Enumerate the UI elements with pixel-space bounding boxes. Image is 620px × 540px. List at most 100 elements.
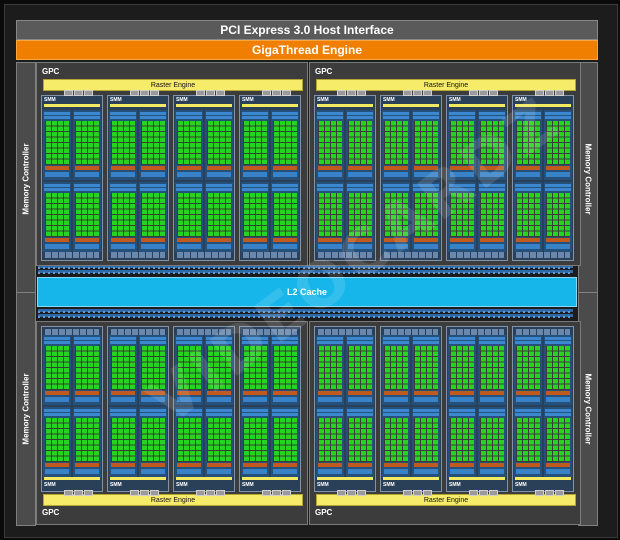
ld-st-units (414, 397, 438, 402)
cuda-core-array (75, 121, 99, 165)
texture-units (516, 252, 570, 258)
warp-scheduler (74, 112, 100, 115)
dispatch-unit (413, 188, 439, 191)
instruction-cache (515, 477, 571, 480)
memory-controller-label: Memory Controller (21, 373, 31, 445)
instruction-cache (110, 104, 166, 107)
sfu-units (348, 463, 372, 467)
polymorph-engine-block (423, 490, 432, 496)
ld-st-units (243, 469, 267, 474)
sfu-units (111, 463, 135, 467)
warp-scheduler (515, 409, 541, 412)
ld-st-units (318, 172, 342, 177)
dispatch-unit (317, 341, 343, 344)
smm-quadrant (271, 110, 299, 180)
ld-st-units (141, 469, 165, 474)
pcie-host-interface: PCI Express 3.0 Host Interface (16, 20, 598, 40)
polymorph-engine-block (282, 490, 291, 496)
dispatch-unit (242, 188, 268, 191)
gpc-label: GPC (42, 67, 60, 76)
sfu-units (45, 463, 69, 467)
dispatch-unit (206, 188, 232, 191)
ld-st-units (111, 244, 135, 249)
sfu-units (243, 166, 267, 170)
sfu-units (384, 391, 408, 395)
sfu-units (348, 166, 372, 170)
sfu-units (384, 463, 408, 467)
ld-st-units (141, 397, 165, 402)
ld-st-units (111, 469, 135, 474)
cuda-core-array (546, 346, 570, 390)
cuda-core-array (243, 121, 267, 165)
polymorph-engine-block (74, 90, 83, 96)
smm-quadrant (412, 110, 440, 180)
polymorph-engine-block (140, 90, 149, 96)
cuda-core-array (384, 418, 408, 462)
smm-quadrant (514, 182, 542, 252)
dispatch-unit (479, 188, 505, 191)
smm-quadrant (139, 110, 167, 180)
smm-quadrant (382, 407, 410, 477)
sfu-units (75, 238, 99, 242)
warp-scheduler (176, 184, 202, 187)
sfu-units (546, 166, 570, 170)
dispatch-unit (347, 188, 373, 191)
cuda-core-array (480, 193, 504, 237)
memory-controller-label: Memory Controller (583, 143, 593, 215)
cuda-core-array (546, 418, 570, 462)
dispatch-unit (74, 413, 100, 416)
ld-st-units (45, 397, 69, 402)
smm: SMM (314, 90, 376, 261)
warp-scheduler (317, 112, 343, 115)
ld-st-units (75, 469, 99, 474)
cuda-core-array (45, 121, 69, 165)
cuda-core-array (243, 193, 267, 237)
cuda-core-array (450, 346, 474, 390)
instruction-cache (515, 104, 571, 107)
sfu-units (516, 391, 540, 395)
ld-st-units (516, 469, 540, 474)
ld-st-units (450, 244, 474, 249)
ld-st-units (516, 397, 540, 402)
warp-scheduler (317, 184, 343, 187)
ld-st-units (75, 397, 99, 402)
instruction-cache (176, 477, 232, 480)
ld-st-units (45, 469, 69, 474)
smm-quadrant (241, 110, 269, 180)
dispatch-unit (176, 116, 202, 119)
rop-units (38, 316, 573, 318)
dispatch-unit (347, 413, 373, 416)
warp-scheduler (44, 409, 70, 412)
smm-quadrant (139, 407, 167, 477)
smm-label: SMM (44, 482, 56, 488)
cuda-core-array (177, 418, 201, 462)
polymorph-engine-block (216, 490, 225, 496)
smm: SMM (314, 326, 376, 496)
dispatch-unit (44, 341, 70, 344)
polymorph-engine-block (262, 90, 271, 96)
polymorph-engine-block (84, 90, 93, 96)
polymorph-engine-block (423, 90, 432, 96)
smm-quadrant (271, 335, 299, 405)
cuda-core-array (348, 418, 372, 462)
warp-scheduler (140, 112, 166, 115)
smm-label: SMM (44, 97, 56, 103)
smm-quadrant (478, 110, 506, 180)
ld-st-units (348, 469, 372, 474)
smm-quadrant (241, 335, 269, 405)
ld-st-units (273, 469, 297, 474)
smm-quadrant (175, 182, 203, 252)
warp-scheduler (413, 409, 439, 412)
ld-st-units (243, 244, 267, 249)
warp-scheduler (176, 112, 202, 115)
smm: SMM (512, 326, 574, 496)
warp-scheduler (479, 184, 505, 187)
warp-scheduler (545, 112, 571, 115)
sfu-units (348, 238, 372, 242)
sfu-units (243, 463, 267, 467)
cuda-core-array (141, 346, 165, 390)
texture-units (318, 252, 372, 258)
smm-quadrant (382, 335, 410, 405)
ld-st-units (414, 172, 438, 177)
warp-scheduler (140, 409, 166, 412)
